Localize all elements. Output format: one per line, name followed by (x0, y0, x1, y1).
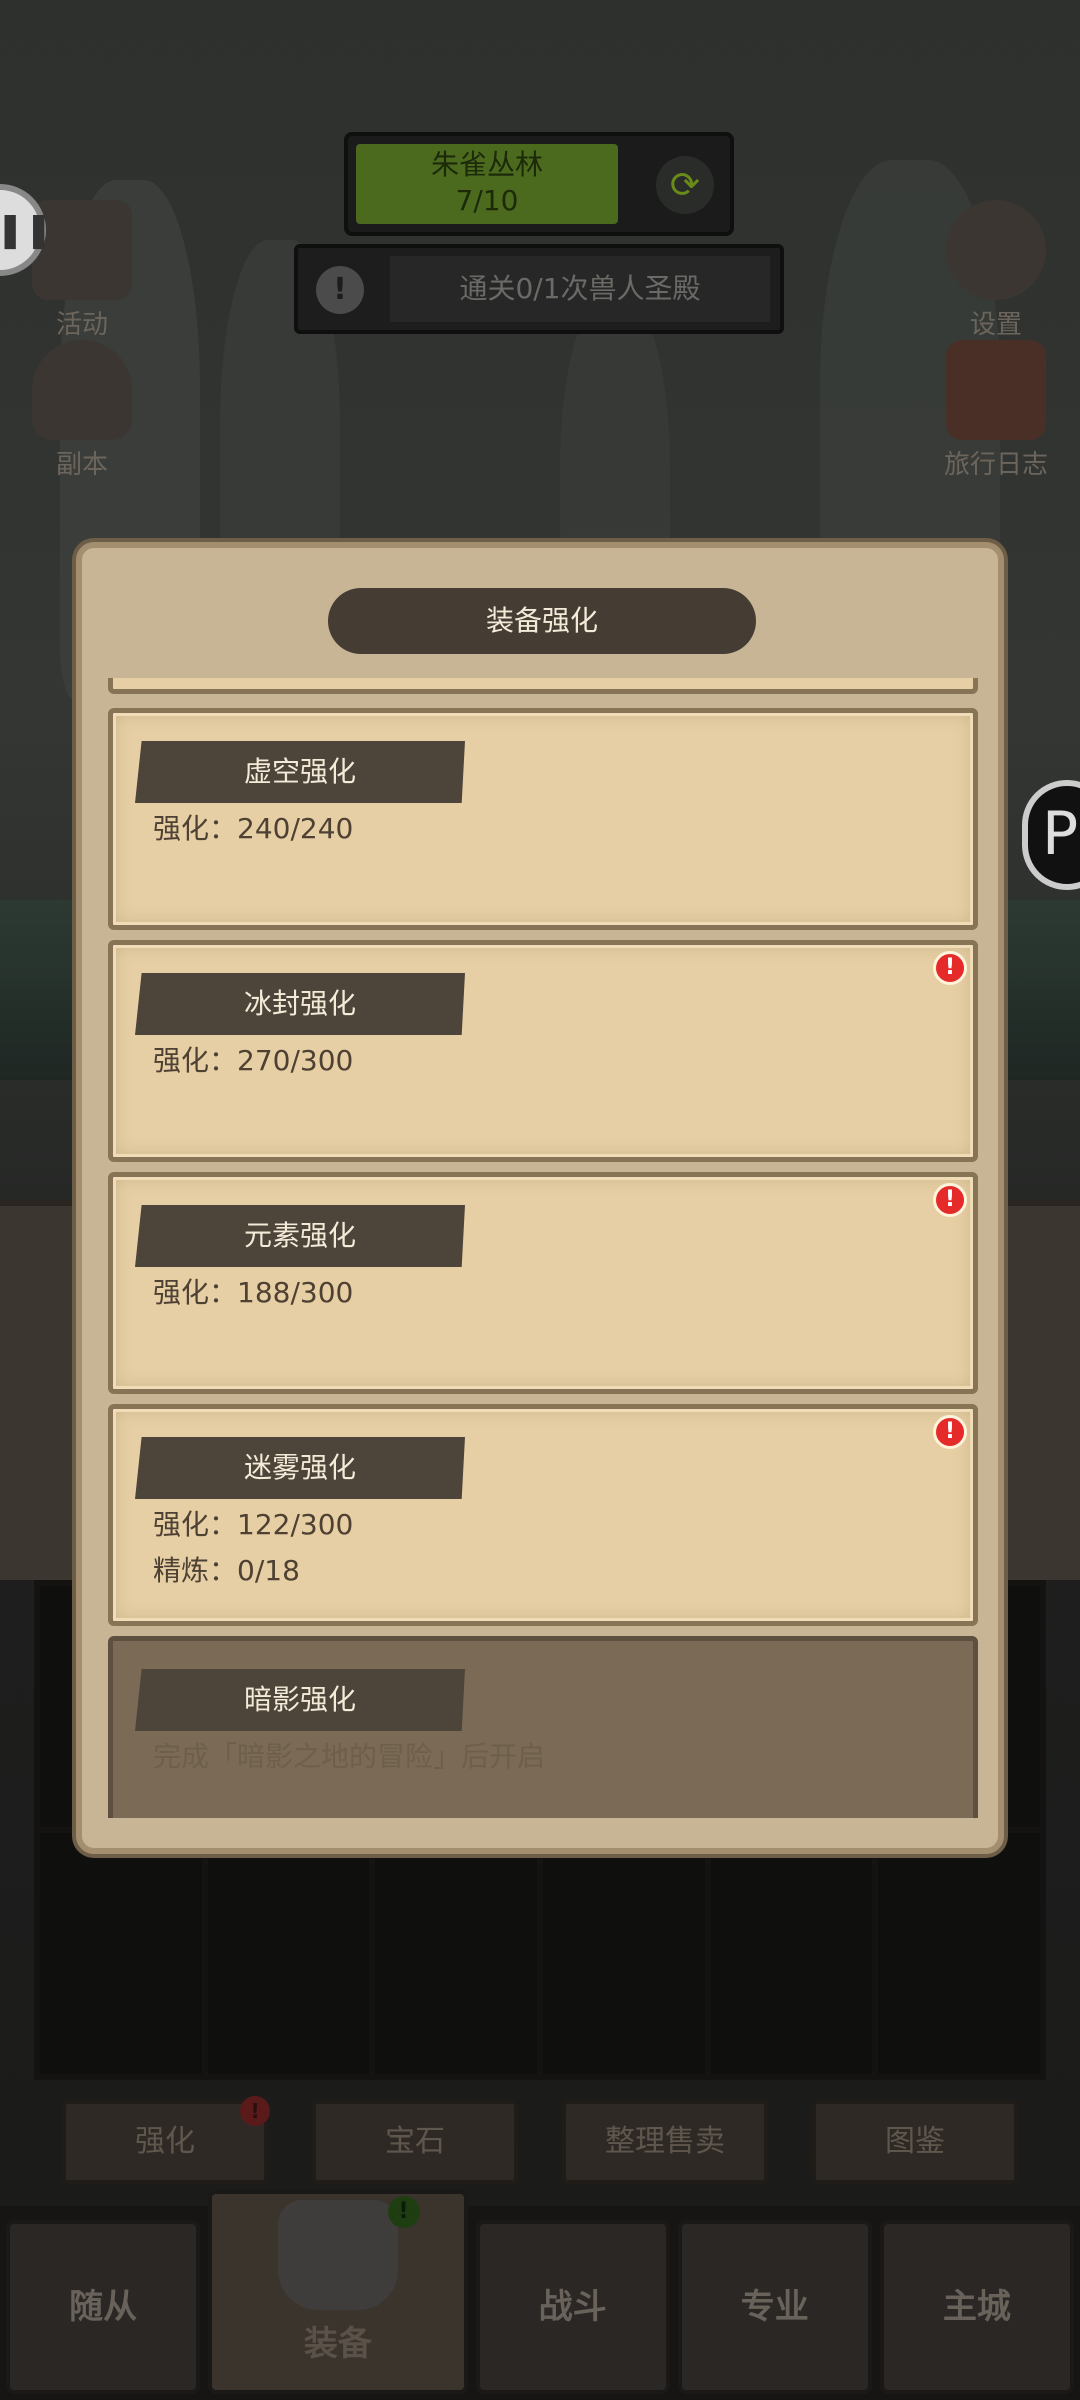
enhance-card[interactable]: 元素强化 强化：188/300 ! (108, 1172, 978, 1394)
tab-sort-sell[interactable]: 整理售卖 (562, 2100, 768, 2184)
tab-gem-label: 宝石 (385, 2124, 445, 2159)
alert-icon: ! (933, 951, 967, 985)
nav-followers-label: 随从 (69, 2287, 138, 2327)
card-title: 冰封强化 (135, 973, 465, 1035)
dungeon-icon (32, 340, 132, 440)
quest-text: 通关0/1次兽人圣殿 (390, 256, 770, 322)
card-progress: 强化：240/240 (153, 812, 354, 845)
enhance-card[interactable]: 迷雾强化 强化：122/300 精炼：0/18 ! (108, 1404, 978, 1626)
tab-gem[interactable]: 宝石 (312, 2100, 518, 2184)
alert-icon: ! (387, 2196, 420, 2228)
card-title: 暗影强化 (135, 1669, 465, 1731)
activity-label: 活动 (55, 310, 108, 340)
tab-enhance-label: 强化 (135, 2124, 195, 2159)
nav-battle-label: 战斗 (538, 2287, 607, 2327)
previous-card-edge (108, 678, 978, 694)
nav-equipment-label: 装备 (303, 2324, 372, 2364)
tab-enhance[interactable]: 强化 ! (62, 2096, 270, 2184)
nav-main-city-label: 主城 (942, 2287, 1011, 2327)
card-progress: 强化：122/300 (153, 1508, 354, 1541)
settings-button[interactable]: 设置 (926, 200, 1066, 341)
enhance-card[interactable]: 冰封强化 强化：270/300 ! (108, 940, 978, 1162)
inventory-slot[interactable] (878, 1833, 1040, 2074)
inventory-slot[interactable] (375, 1833, 537, 2074)
card-refine: 精炼：0/18 (153, 1554, 300, 1587)
nav-followers[interactable]: 随从 (6, 2220, 201, 2394)
card-progress: 强化：188/300 (153, 1276, 354, 1309)
tab-codex-label: 图鉴 (885, 2124, 945, 2159)
stage-progress-text: 7/10 (455, 184, 519, 217)
alert-icon: ! (316, 266, 364, 314)
inventory-slot[interactable] (543, 1833, 705, 2074)
card-progress: 强化：270/300 (153, 1044, 354, 1077)
gear-icon (946, 200, 1046, 300)
refresh-icon[interactable]: ⟳ (656, 156, 714, 214)
card-unlock-hint: 完成「暗影之地的冒险」后开启 (153, 1740, 546, 1773)
enhance-card[interactable]: 虚空强化 强化：240/240 (108, 708, 978, 930)
settings-label: 设置 (969, 310, 1022, 340)
travel-log-label: 旅行日志 (943, 450, 1048, 480)
card-title: 虚空强化 (135, 741, 465, 803)
nav-profession-label: 专业 (740, 2287, 809, 2327)
quest-tracker[interactable]: ! 通关0/1次兽人圣殿 (294, 244, 784, 334)
alert-icon: ! (933, 1183, 967, 1217)
tab-sort-sell-label: 整理售卖 (605, 2124, 725, 2159)
enhance-list[interactable]: 虚空强化 强化：240/240 冰封强化 强化：270/300 ! 元素强化 强… (108, 678, 978, 1818)
nav-main-city[interactable]: 主城 (879, 2220, 1075, 2394)
equipment-enhance-dialog: 装备强化 虚空强化 强化：240/240 冰封强化 强化：270/300 ! 元… (76, 542, 1004, 1854)
tab-codex[interactable]: 图鉴 (812, 2100, 1018, 2184)
alert-icon: ! (933, 1415, 967, 1449)
nav-battle[interactable]: 战斗 (475, 2220, 670, 2394)
nav-equipment[interactable]: ! 装备 (208, 2190, 468, 2394)
inventory-slot[interactable] (207, 1833, 370, 2074)
dialog-title: 装备强化 (328, 588, 756, 654)
travel-log-button[interactable]: 旅行日志 (926, 340, 1066, 481)
card-title: 元素强化 (135, 1205, 465, 1267)
inventory-slot[interactable] (40, 1833, 202, 2074)
inventory-slot[interactable] (710, 1833, 873, 2074)
dungeon-button[interactable]: 副本 (12, 340, 152, 481)
stage-progress[interactable]: 朱雀丛林 7/10 ⟳ (344, 132, 734, 236)
alert-icon: ! (240, 2096, 270, 2126)
card-title: 迷雾强化 (135, 1437, 465, 1499)
book-icon (946, 340, 1046, 440)
equipment-sub-tabs: 强化 ! 宝石 整理售卖 图鉴 (62, 2096, 1018, 2184)
enhance-card-locked[interactable]: 暗影强化 完成「暗影之地的冒险」后开启 (108, 1636, 978, 1818)
bottom-navigation: 随从 ! 装备 战斗 专业 主城 (0, 2190, 1080, 2400)
nav-profession[interactable]: 专业 (677, 2220, 872, 2394)
dungeon-label: 副本 (55, 450, 108, 480)
armor-icon (277, 2200, 398, 2310)
stage-name: 朱雀丛林 (430, 148, 543, 181)
